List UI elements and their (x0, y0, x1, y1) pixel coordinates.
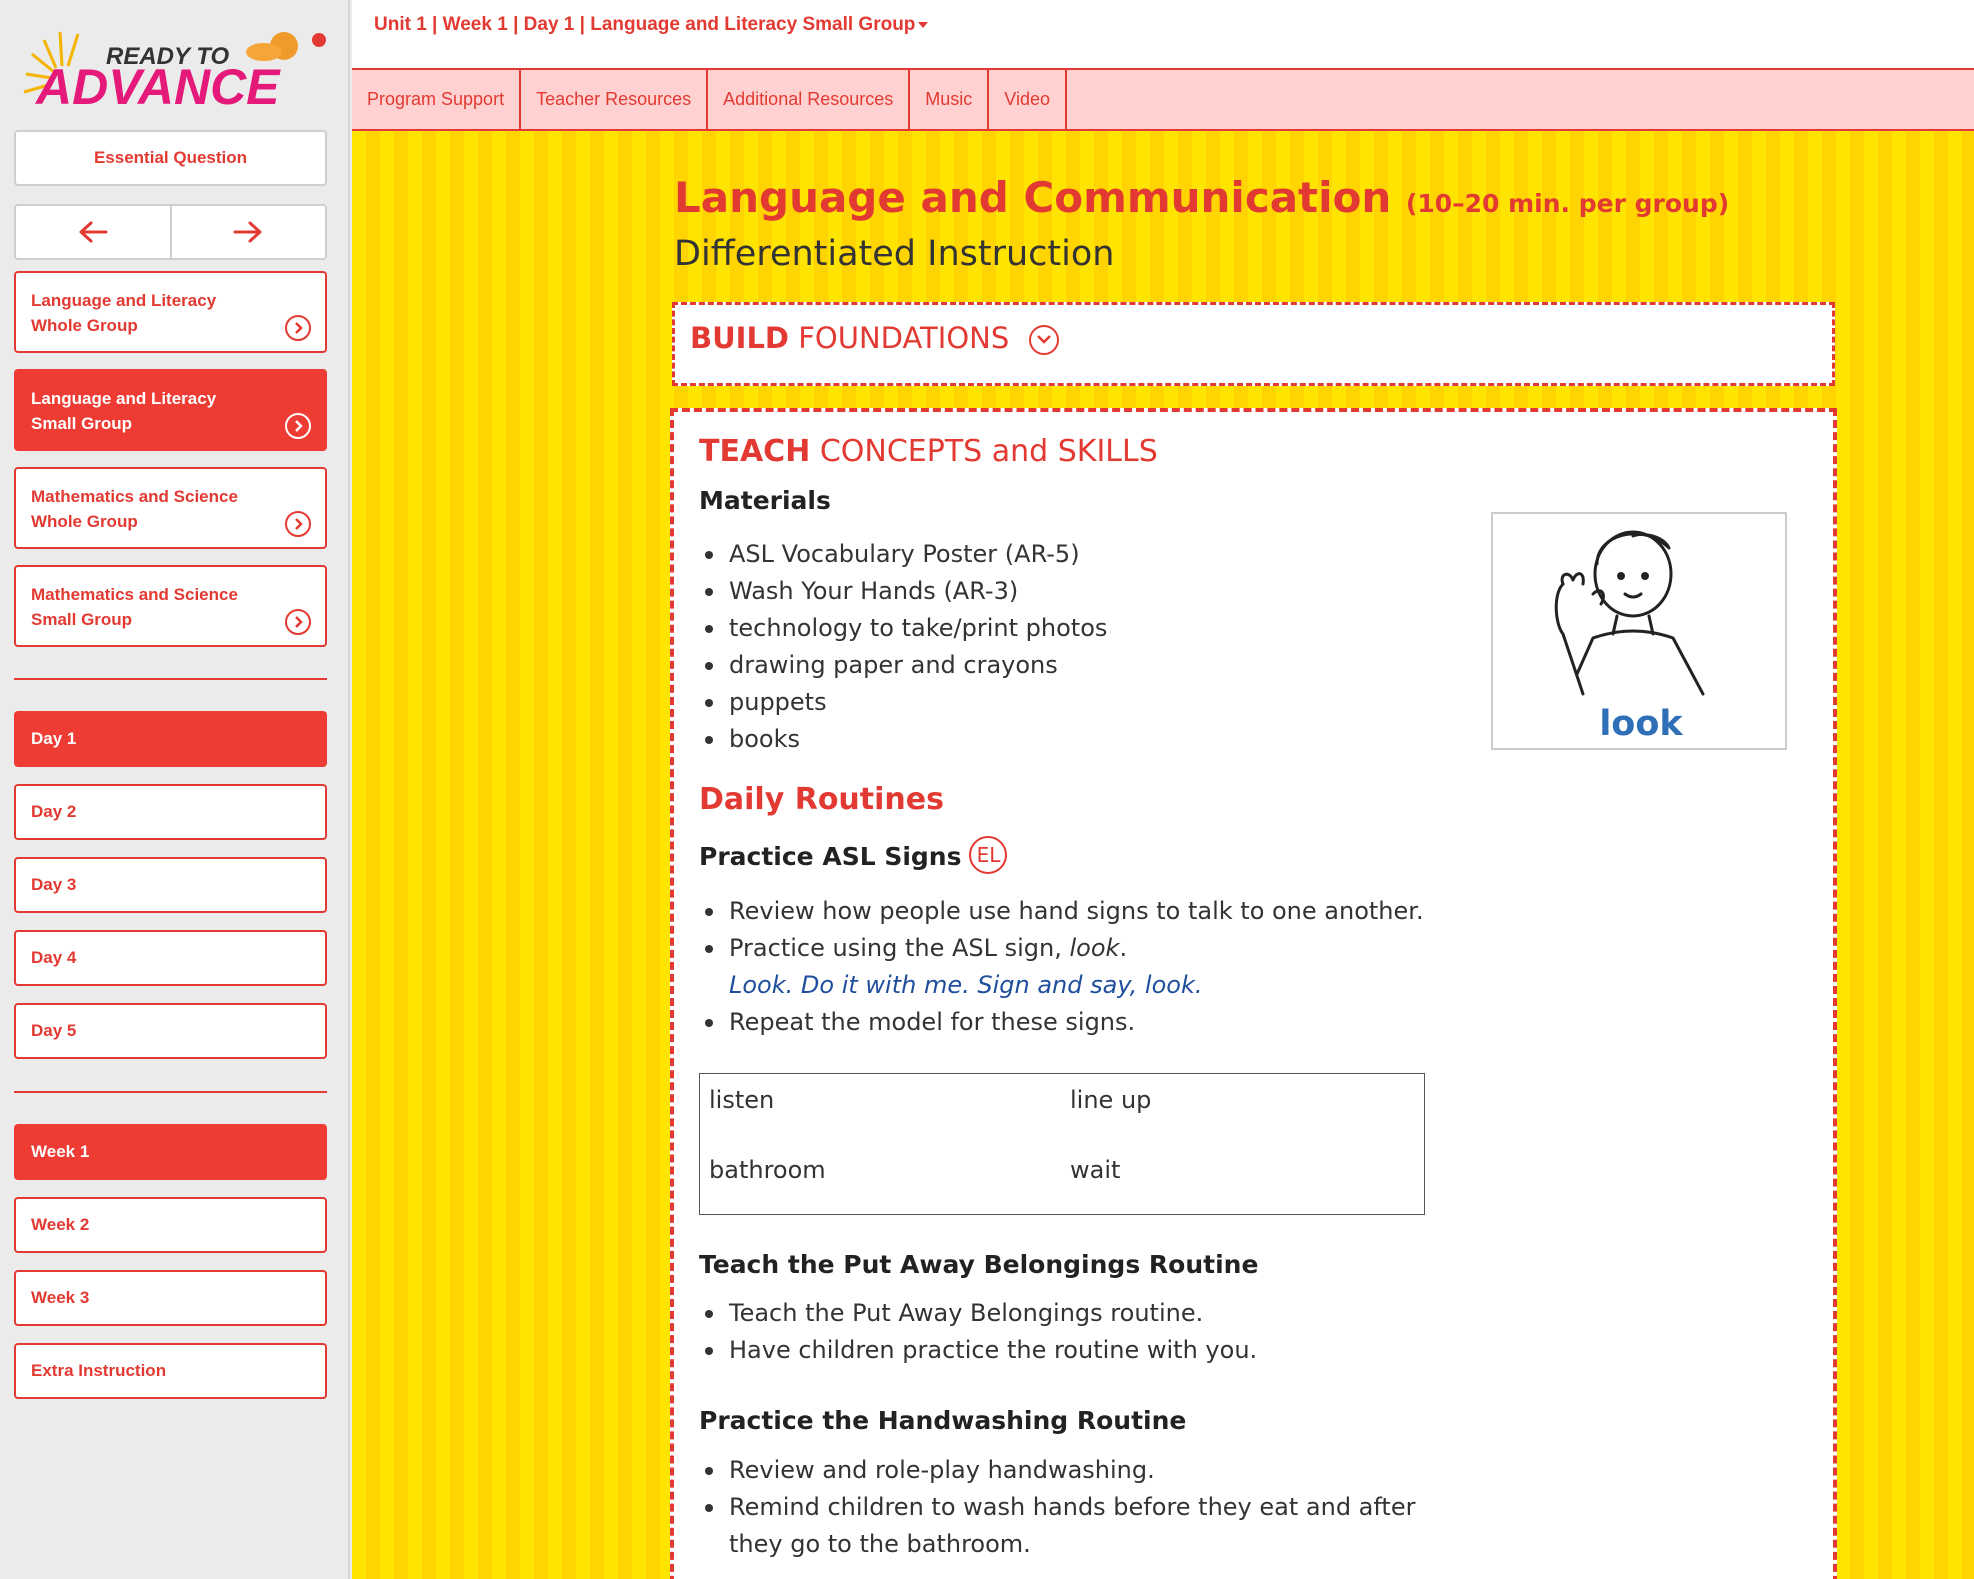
chevron-right-circle-icon (285, 315, 311, 341)
sidebar-item-language-literacy-small-group[interactable]: Language and Literacy Small Group (14, 369, 327, 451)
page-title: Language and Communication (10–20 min. p… (674, 173, 1729, 222)
asl-word: look (1069, 934, 1120, 962)
teach-concepts-panel: TEACH CONCEPTS and SKILLS Materials ASL … (670, 408, 1837, 1579)
essential-question-button[interactable]: Essential Question (14, 130, 327, 186)
belongings-list: Teach the Put Away Belongings routine. H… (699, 1295, 1257, 1369)
list-item: Practice using the ASL sign, look. (699, 930, 1424, 967)
sidebar-item-day-3[interactable]: Day 3 (14, 857, 327, 913)
sidebar-item-label: Small Group (31, 610, 133, 629)
main-content: Language and Communication (10–20 min. p… (352, 131, 1974, 1579)
table-cell: bathroom (709, 1156, 826, 1184)
el-badge[interactable]: EL (969, 836, 1008, 874)
table-cell: listen (709, 1086, 775, 1114)
list-item: technology to take/print photos (699, 610, 1107, 647)
page-title-note: (10–20 min. per group) (1405, 189, 1730, 218)
handwashing-heading: Practice the Handwashing Routine (699, 1406, 1187, 1435)
sidebar-item-language-literacy-whole-group[interactable]: Language and Literacy Whole Group (14, 271, 327, 353)
chevron-down-circle-icon[interactable] (1029, 325, 1059, 355)
build-bold: BUILD (690, 321, 789, 355)
handwashing-list-continued: they go to the bathroom. (729, 1530, 1031, 1558)
chevron-right-circle-icon (285, 511, 311, 537)
sidebar-item-label: Mathematics and Science (31, 585, 238, 604)
prev-arrow-icon[interactable] (16, 206, 170, 258)
next-arrow-icon[interactable] (169, 206, 326, 258)
sidebar-divider (14, 1091, 327, 1093)
asl-item-punct: . (1119, 934, 1128, 962)
breadcrumb-dropdown[interactable]: Unit 1 | Week 1 | Day 1 | Language and L… (374, 14, 929, 36)
sidebar-item-label: Whole Group (31, 316, 138, 335)
caret-down-icon (918, 21, 929, 28)
sidebar-item-label: Small Group (31, 414, 133, 433)
list-item: Have children practice the routine with … (699, 1332, 1257, 1369)
signs-table: listen line up bathroom wait (699, 1073, 1425, 1215)
teach-rest: CONCEPTS and SKILLS (819, 434, 1158, 469)
list-item: Review how people use hand signs to talk… (699, 893, 1424, 930)
handwashing-list: Review and role-play handwashing. Remind… (699, 1452, 1415, 1526)
asl-list: Review how people use hand signs to talk… (699, 893, 1424, 967)
asl-list-continued: Repeat the model for these signs. (699, 1004, 1135, 1041)
asl-item-text: Practice using the ASL sign, (729, 934, 1070, 962)
asl-image-label: look (1599, 704, 1683, 744)
list-item: ASL Vocabulary Poster (AR-5) (699, 536, 1107, 573)
list-item: Teach the Put Away Belongings routine. (699, 1295, 1257, 1332)
resource-tabs: Program Support Teacher Resources Additi… (352, 70, 1974, 131)
sidebar-item-math-science-whole-group[interactable]: Mathematics and Science Whole Group (14, 467, 327, 549)
tab-music[interactable]: Music (910, 70, 990, 129)
asl-boy-illustration (1554, 530, 1705, 696)
sidebar-item-label: Whole Group (31, 512, 138, 531)
teach-bold: TEACH (699, 434, 811, 469)
page-title-text: Language and Communication (674, 173, 1392, 222)
chevron-right-circle-icon (285, 413, 311, 439)
list-item: books (699, 721, 1107, 758)
prev-next-nav (14, 204, 327, 260)
list-item: Remind children to wash hands before the… (699, 1489, 1415, 1526)
list-item: puppets (699, 684, 1107, 721)
tab-program-support[interactable]: Program Support (352, 70, 522, 129)
page-subtitle: Differentiated Instruction (674, 234, 1115, 274)
tab-teacher-resources[interactable]: Teacher Resources (521, 70, 709, 129)
sidebar-item-label: Language and Literacy (31, 291, 217, 310)
materials-list: ASL Vocabulary Poster (AR-5) Wash Your H… (699, 536, 1107, 758)
sidebar-item-day-4[interactable]: Day 4 (14, 930, 327, 986)
sidebar-item-label: Mathematics and Science (31, 487, 238, 506)
sidebar-item-day-5[interactable]: Day 5 (14, 1003, 327, 1059)
sidebar-item-day-1[interactable]: Day 1 (14, 711, 327, 767)
teacher-model-script: Look. Do it with me. Sign and say, look. (729, 971, 1203, 999)
breadcrumb-text: Unit 1 | Week 1 | Day 1 | Language and L… (374, 14, 916, 35)
svg-text:ADVANCE: ADVANCE (34, 59, 281, 112)
build-foundations-title: BUILD FOUNDATIONS (690, 321, 1009, 355)
sidebar-item-math-science-small-group[interactable]: Mathematics and Science Small Group (14, 565, 327, 647)
materials-heading: Materials (699, 486, 831, 515)
list-item: drawing paper and crayons (699, 647, 1107, 684)
sidebar-divider (14, 678, 327, 680)
build-foundations-panel[interactable]: BUILD FOUNDATIONS (672, 302, 1835, 386)
chevron-right-circle-icon (285, 609, 311, 635)
tab-additional-resources[interactable]: Additional Resources (708, 70, 911, 129)
list-item: Repeat the model for these signs. (699, 1004, 1135, 1041)
ready-to-advance-logo[interactable]: READY TO ADVANCE (14, 22, 334, 112)
sidebar-item-week-1[interactable]: Week 1 (14, 1124, 327, 1180)
teach-title: TEACH CONCEPTS and SKILLS (699, 434, 1158, 469)
asl-look-image: look (1491, 512, 1787, 750)
belongings-heading: Teach the Put Away Belongings Routine (699, 1250, 1259, 1279)
table-cell: line up (1070, 1086, 1152, 1114)
sidebar-item-label: Language and Literacy (31, 389, 217, 408)
top-bar: Unit 1 | Week 1 | Day 1 | Language and L… (352, 0, 1974, 70)
list-item: Review and role-play handwashing. (699, 1452, 1415, 1489)
tab-video[interactable]: Video (989, 70, 1067, 129)
sidebar-item-day-2[interactable]: Day 2 (14, 784, 327, 840)
practice-asl-heading: Practice ASL Signs EL (699, 836, 1008, 874)
sidebar-item-week-2[interactable]: Week 2 (14, 1197, 327, 1253)
list-item: Wash Your Hands (AR-3) (699, 573, 1107, 610)
sidebar-item-week-3[interactable]: Week 3 (14, 1270, 327, 1326)
build-rest: FOUNDATIONS (798, 321, 1010, 355)
sidebar: READY TO ADVANCE Essential Question Lang… (0, 0, 350, 1579)
table-cell: wait (1070, 1156, 1121, 1184)
practice-asl-title: Practice ASL Signs (699, 842, 962, 871)
daily-routines-heading: Daily Routines (699, 782, 944, 817)
sidebar-item-extra-instruction[interactable]: Extra Instruction (14, 1343, 327, 1399)
